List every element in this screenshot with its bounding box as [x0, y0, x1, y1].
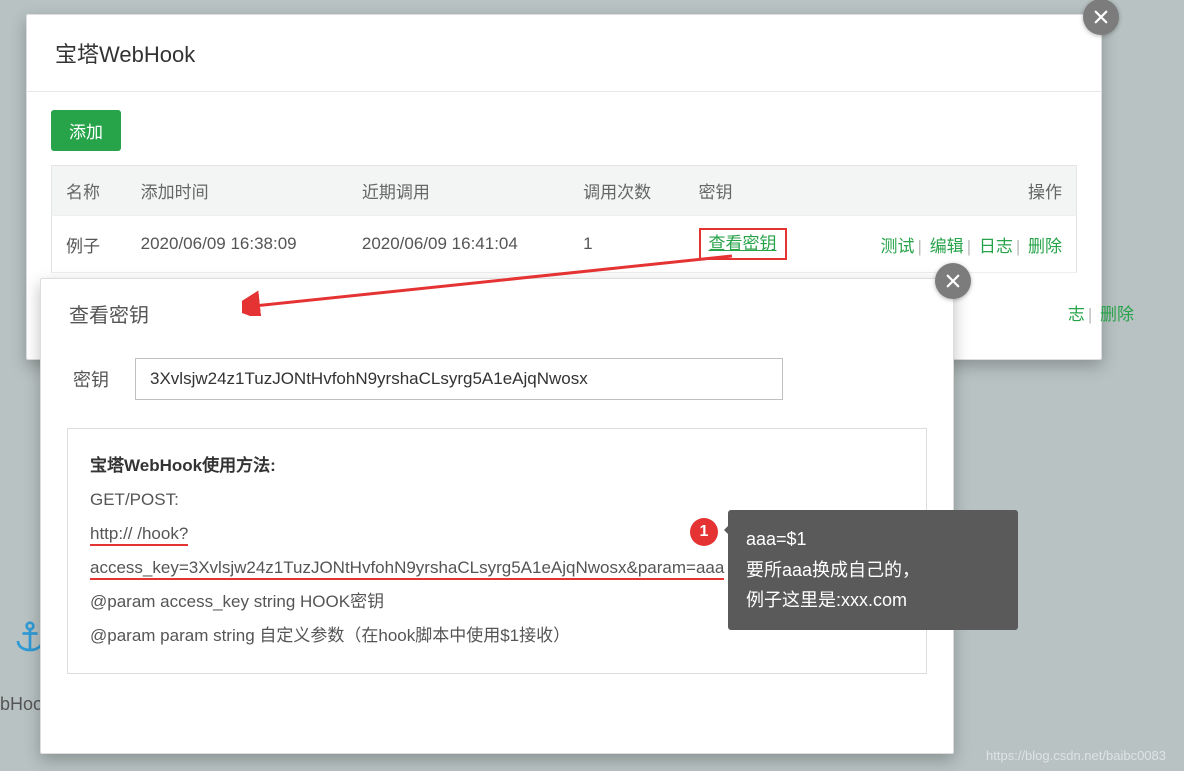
- th-ops: 操作: [824, 166, 1077, 216]
- usage-url-line1: http:// /hook?: [90, 524, 188, 546]
- key-label: 密钥: [73, 366, 117, 392]
- webhook-table: 名称 添加时间 近期调用 调用次数 密钥 操作 例子 2020/06/09 16…: [51, 165, 1077, 273]
- usage-url-line2: access_key=3Xvlsjw24z1TuzJONtHvfohN9yrsh…: [90, 558, 724, 580]
- cell-last-call: 2020/06/09 16:41:04: [348, 216, 569, 273]
- callout-line3: 例子这里是:xxx.com: [746, 585, 1000, 616]
- close-icon[interactable]: [935, 263, 971, 299]
- callout-box: aaa=$1 要所aaa换成自己的， 例子这里是:xxx.com: [728, 510, 1018, 630]
- callout-line1: aaa=$1: [746, 524, 1000, 555]
- modal-title: 宝塔WebHook: [27, 15, 1101, 92]
- annotation-callout: 1 aaa=$1 要所aaa换成自己的， 例子这里是:xxx.com: [690, 510, 1018, 630]
- op-delete[interactable]: 删除: [1028, 237, 1062, 256]
- add-button[interactable]: 添加: [51, 110, 121, 151]
- callout-line2: 要所aaa换成自己的，: [746, 555, 1000, 586]
- op-test[interactable]: 测试: [881, 237, 915, 256]
- cell-count: 1: [569, 216, 684, 273]
- key-field[interactable]: [135, 358, 783, 400]
- op-log[interactable]: 日志: [979, 237, 1013, 256]
- th-name: 名称: [52, 166, 127, 216]
- th-last-call: 近期调用: [348, 166, 569, 216]
- op-log-partial[interactable]: 志: [1068, 305, 1085, 324]
- inner-modal-title: 查看密钥: [41, 279, 953, 346]
- th-add-time: 添加时间: [127, 166, 348, 216]
- watermark: https://blog.csdn.net/baibc0083: [986, 748, 1166, 763]
- row2-ops: 志| 删除: [1068, 300, 1134, 325]
- close-icon[interactable]: [1083, 0, 1119, 35]
- op-edit[interactable]: 编辑: [930, 237, 964, 256]
- cell-add-time: 2020/06/09 16:38:09: [127, 216, 348, 273]
- cell-name: 例子: [52, 216, 127, 273]
- callout-number: 1: [690, 518, 718, 546]
- cell-key: 查看密钥: [685, 216, 824, 273]
- view-key-link[interactable]: 查看密钥: [699, 228, 787, 260]
- th-key: 密钥: [685, 166, 824, 216]
- op-delete-2[interactable]: 删除: [1100, 305, 1134, 324]
- th-count: 调用次数: [569, 166, 684, 216]
- table-row: 例子 2020/06/09 16:38:09 2020/06/09 16:41:…: [52, 216, 1077, 273]
- usage-title: 宝塔WebHook使用方法:: [90, 449, 904, 483]
